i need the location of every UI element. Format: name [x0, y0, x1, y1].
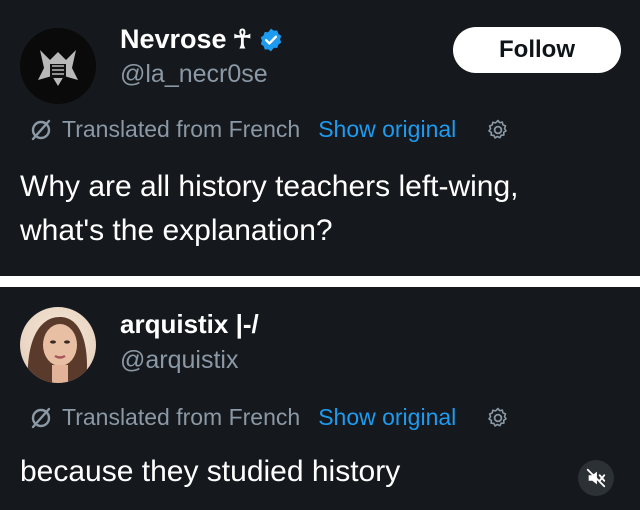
gear-icon[interactable] [486, 118, 510, 142]
avatar-arquistix[interactable] [20, 307, 96, 383]
display-name[interactable]: Nevrose [120, 24, 227, 55]
follow-button[interactable]: Follow [453, 27, 621, 73]
tweet-text-line-1: Why are all history teachers left-wing, [20, 170, 519, 203]
avatar-art [20, 28, 96, 104]
tweet-text-1: Why are all history teachers left-wing, … [20, 165, 519, 253]
name-row-2: arquistix |-/ [120, 309, 259, 340]
verified-badge-icon [260, 28, 282, 51]
tweet-card-1: Nevrose ☥ @la_necr0se Follow Translated … [0, 0, 640, 276]
avatar-photo [20, 307, 96, 383]
tweet-text-2: because they studied history [20, 455, 401, 488]
avatar-nevrose[interactable] [20, 28, 96, 104]
name-row-1: Nevrose ☥ [120, 24, 284, 55]
translated-label: Translated from French [62, 404, 301, 430]
translate-slash-icon [31, 119, 51, 140]
handle[interactable]: @arquistix [120, 346, 238, 375]
show-original-link[interactable]: Show original [318, 404, 456, 431]
tweet-card-2: arquistix |-/ @arquistix Translated from… [0, 287, 640, 510]
tweet-text-line-2: what's the explanation? [20, 214, 333, 247]
handle[interactable]: @la_necr0se [120, 60, 268, 89]
translation-row-1: Translated from French Show original [28, 116, 510, 143]
gear-icon[interactable] [486, 406, 510, 430]
translation-row-2: Translated from French Show original [28, 404, 510, 431]
mute-button[interactable] [578, 460, 614, 496]
muted-speaker-icon [586, 468, 606, 488]
translate-slash-icon [31, 407, 51, 428]
display-name[interactable]: arquistix |-/ [120, 309, 259, 340]
show-original-link[interactable]: Show original [318, 116, 456, 143]
dagger-symbol: ☥ [232, 24, 252, 54]
translated-label: Translated from French [62, 116, 301, 142]
